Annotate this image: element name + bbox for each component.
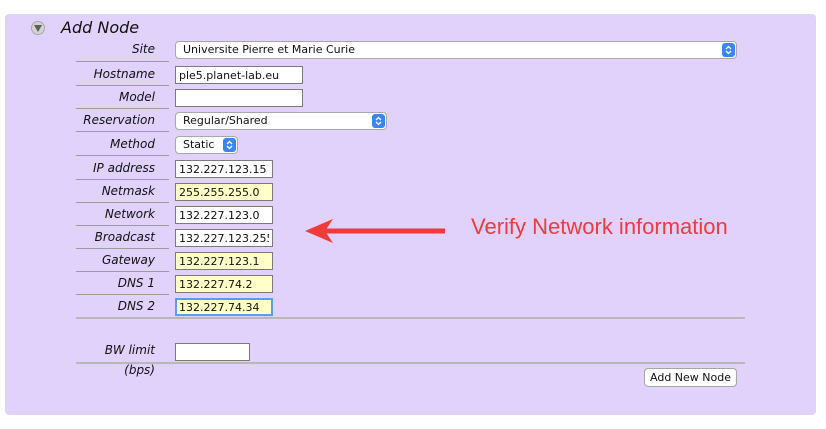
bw-limit-label: BW limit (bps): [104, 343, 155, 377]
broadcast-input[interactable]: [175, 229, 273, 247]
site-select-value: Universite Pierre et Marie Curie: [183, 43, 355, 56]
network-label: Network: [104, 207, 155, 221]
reservation-select-value: Regular/Shared: [183, 114, 268, 127]
reservation-select[interactable]: Regular/Shared: [175, 112, 387, 130]
network-input[interactable]: [175, 206, 273, 224]
row-divider: [76, 108, 169, 109]
section-divider: [76, 362, 745, 364]
collapse-toggle-icon[interactable]: [31, 21, 45, 35]
site-select[interactable]: Universite Pierre et Marie Curie: [175, 41, 737, 59]
gateway-label: Gateway: [101, 253, 155, 267]
hostname-label: Hostname: [93, 67, 155, 81]
panel-title: Add Node: [61, 18, 140, 37]
model-label: Model: [118, 90, 155, 104]
bw-limit-input[interactable]: [175, 343, 250, 361]
arrow-left-icon: [305, 219, 445, 243]
up-down-chevron-icon: [722, 43, 735, 57]
row-divider: [76, 294, 169, 295]
add-new-node-button[interactable]: Add New Node: [644, 368, 737, 387]
row-divider: [76, 85, 169, 86]
dns2-input[interactable]: [175, 298, 273, 316]
dns1-label: DNS 1: [117, 276, 155, 290]
broadcast-label: Broadcast: [94, 230, 155, 244]
dns2-label: DNS 2: [117, 299, 155, 313]
row-divider: [76, 61, 169, 62]
annotation-text: Verify Network information: [471, 214, 728, 239]
section-divider: [76, 317, 745, 319]
row-divider: [76, 179, 169, 180]
method-select[interactable]: Static: [175, 136, 238, 154]
row-divider: [76, 131, 169, 132]
netmask-label: Netmask: [101, 184, 155, 198]
row-divider: [76, 271, 169, 272]
netmask-input[interactable]: [175, 183, 273, 201]
row-divider: [76, 248, 169, 249]
row-divider: [76, 155, 169, 156]
row-divider: [76, 202, 169, 203]
hostname-input[interactable]: [175, 66, 303, 84]
gateway-input[interactable]: [175, 252, 273, 270]
site-label: Site: [131, 42, 155, 56]
row-divider: [76, 225, 169, 226]
reservation-label: Reservation: [83, 113, 155, 127]
dns1-input[interactable]: [175, 275, 273, 293]
ip-address-input[interactable]: [175, 160, 273, 178]
model-input[interactable]: [175, 89, 303, 107]
up-down-chevron-icon: [372, 114, 385, 128]
method-label: Method: [109, 137, 155, 151]
up-down-chevron-icon: [223, 138, 236, 152]
ip-address-label: IP address: [93, 161, 155, 175]
method-select-value: Static: [183, 138, 215, 151]
